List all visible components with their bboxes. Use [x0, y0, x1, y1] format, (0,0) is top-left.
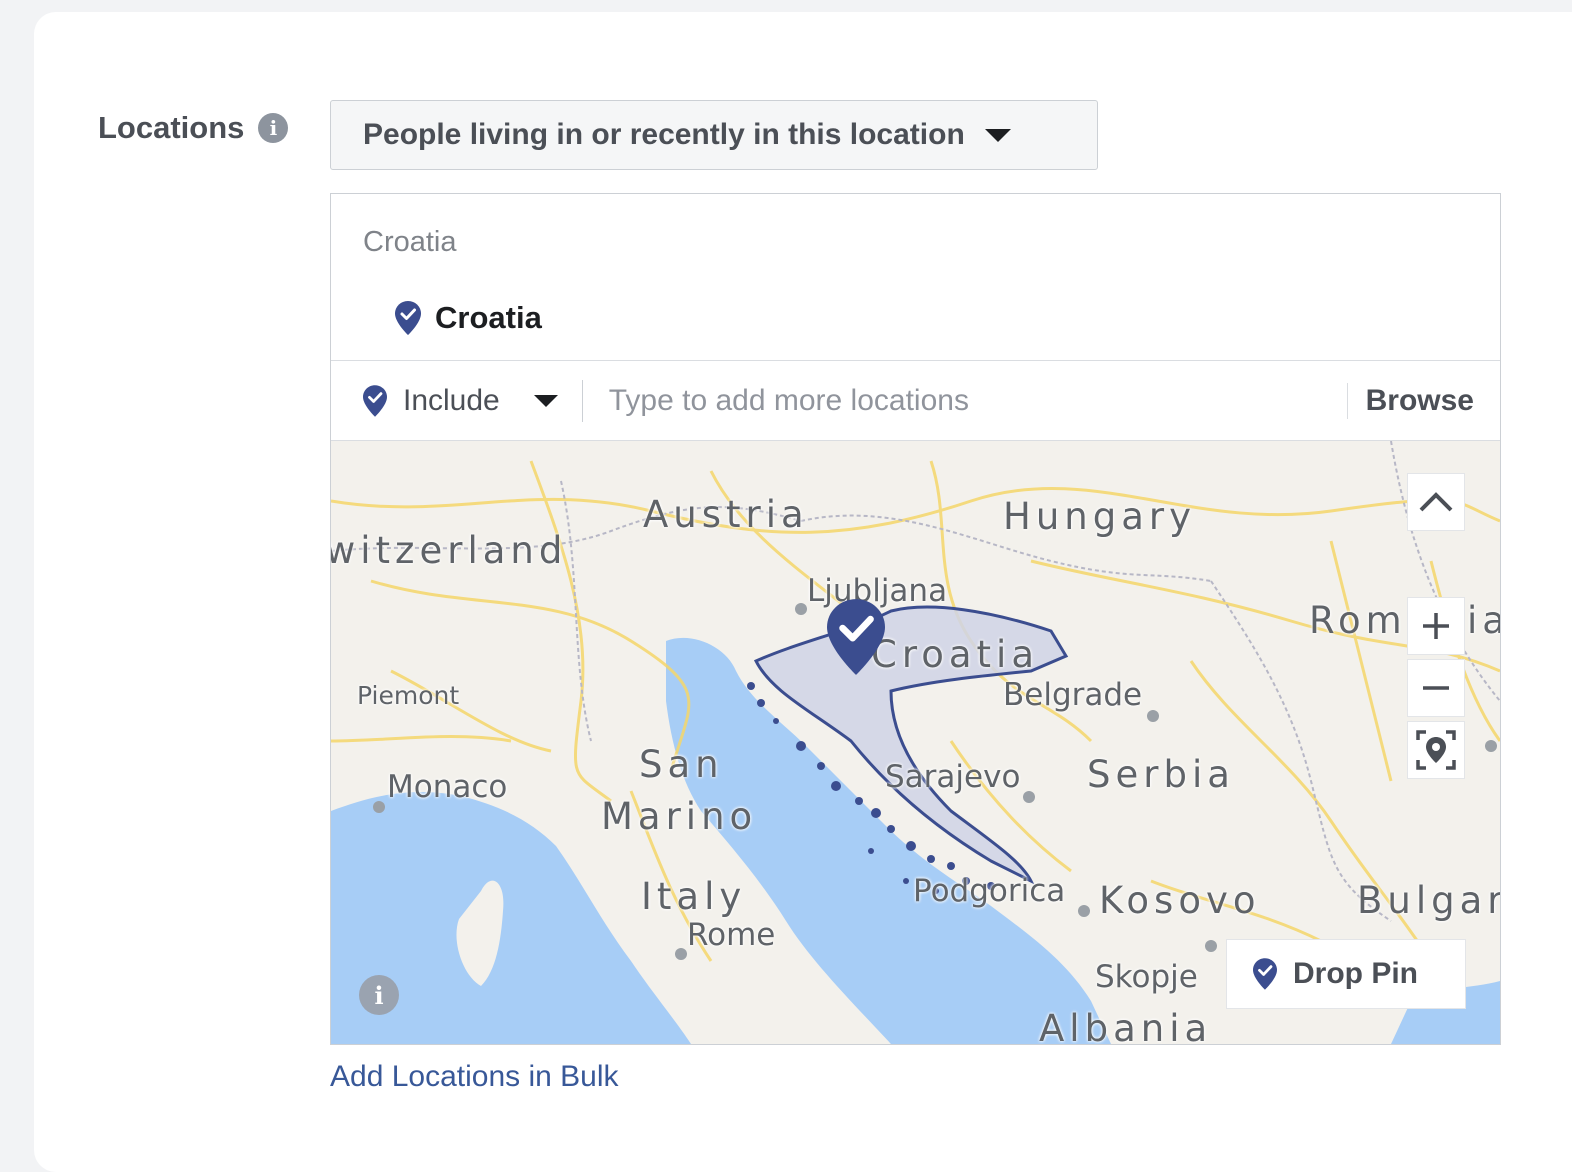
map-label-romania-part2: ia [1467, 599, 1500, 642]
zoom-out-button[interactable] [1407, 659, 1465, 717]
location-type-value: People living in or recently in this loc… [363, 118, 965, 151]
selected-location-pin-icon[interactable] [827, 599, 885, 675]
include-label: Include [403, 383, 500, 417]
map-label-switzerland: witzerland [331, 529, 568, 572]
location-pin-icon [363, 384, 387, 417]
chevron-up-icon [1419, 492, 1453, 512]
caret-down-icon [984, 128, 1011, 142]
map-label-sarajevo: Sarajevo [885, 759, 1021, 795]
map-label-rome: Rome [687, 917, 776, 953]
map-label-italy: Italy [641, 875, 747, 918]
minus-icon [1423, 686, 1449, 690]
location-entry-row: Include Browse [331, 360, 1500, 441]
location-type-dropdown[interactable]: People living in or recently in this loc… [330, 100, 1098, 170]
locations-label: Locations [98, 110, 245, 145]
drop-pin-button[interactable]: Drop Pin [1226, 939, 1466, 1009]
map-label-skopje: Skopje [1095, 959, 1198, 995]
map-label-austria: Austria [643, 493, 809, 536]
map-label-serbia: Serbia [1087, 753, 1235, 796]
map-label-belgrade: Belgrade [1003, 677, 1143, 713]
location-pin-icon [1253, 958, 1277, 990]
add-locations-bulk-link[interactable]: Add Locations in Bulk [330, 1060, 619, 1094]
plus-icon [1423, 613, 1449, 639]
map-label-monaco: Monaco [387, 769, 508, 805]
zoom-in-button[interactable] [1407, 597, 1465, 655]
map-label-hungary: Hungary [1003, 495, 1196, 538]
map-label-podgorica: Podgorica [913, 873, 1066, 909]
map-label-marino: Marino [601, 795, 758, 838]
map-label-kosovo: Kosovo [1099, 879, 1261, 922]
info-icon[interactable]: i [258, 113, 289, 143]
drop-pin-label: Drop Pin [1293, 957, 1418, 990]
map-info-icon[interactable]: i [359, 975, 399, 1015]
location-pin-icon [395, 301, 421, 335]
locations-label-group: Locations i [98, 110, 289, 146]
map-label-bulgaria: Bulgar [1357, 879, 1500, 922]
map-label-piemont: Piemont [357, 681, 460, 710]
location-group-title: Croatia [363, 226, 457, 258]
browse-button[interactable]: Browse [1348, 384, 1500, 418]
location-panel: Croatia Croatia Include Browse [330, 193, 1501, 1045]
location-search-input[interactable] [606, 382, 1347, 419]
selected-location-item[interactable]: Croatia [395, 300, 542, 336]
map-label-san: San [639, 743, 724, 786]
include-exclude-dropdown[interactable]: Include [363, 384, 558, 418]
caret-down-icon [533, 394, 558, 407]
selected-location-label: Croatia [435, 300, 542, 335]
map-label-croatia: Croatia [871, 633, 1040, 676]
divider [581, 379, 583, 422]
map-label-romania-part1: Rom [1309, 599, 1407, 642]
location-map[interactable]: witzerland Austria Hungary Rom ia Ljublj… [331, 441, 1500, 1044]
my-location-button[interactable] [1407, 721, 1465, 779]
location-target-icon [1416, 730, 1456, 770]
map-label-albania: Albania [1039, 1007, 1213, 1044]
selected-locations: Croatia Croatia [331, 194, 1500, 360]
map-collapse-button[interactable] [1407, 473, 1465, 531]
